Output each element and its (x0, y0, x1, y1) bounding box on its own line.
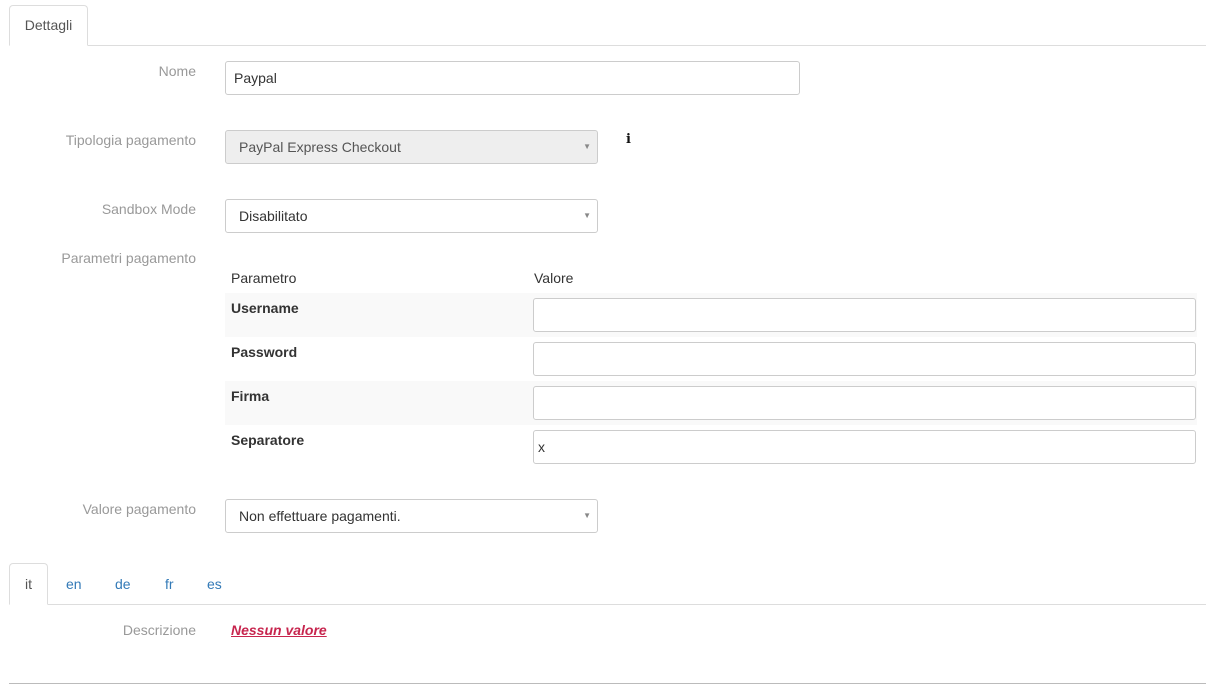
params-col-param: Parametro (231, 270, 297, 286)
lang-tab-de[interactable]: de (115, 563, 131, 605)
description-label: Descrizione (122, 622, 196, 638)
lang-tab-en[interactable]: en (66, 563, 82, 605)
param-input-separatore[interactable] (533, 430, 1196, 464)
payment-value-label: Valore pagamento (82, 501, 196, 517)
info-icon[interactable]: i (626, 132, 631, 147)
params-col-value: Valore (534, 270, 574, 286)
param-name-username: Username (231, 300, 299, 316)
caret-down-icon: ▼ (583, 511, 591, 520)
payment-type-label: Tipologia pagamento (65, 132, 196, 148)
payment-type-select[interactable]: PayPal Express Checkout ▼ (225, 130, 598, 164)
lang-tab-es[interactable]: es (207, 563, 222, 605)
param-name-separatore: Separatore (231, 432, 305, 448)
lang-tabbar-divider (9, 604, 1206, 605)
params-label: Parametri pagamento (61, 250, 196, 266)
param-input-username[interactable] (533, 298, 1196, 332)
sandbox-value: Disabilitato (239, 208, 308, 224)
caret-down-icon: ▼ (583, 211, 591, 220)
name-label: Nome (158, 63, 196, 79)
param-name-firma: Firma (231, 388, 270, 404)
tabbar-divider (9, 45, 1206, 46)
sandbox-select[interactable]: Disabilitato ▼ (225, 199, 598, 233)
payment-value-select[interactable]: Non effettuare pagamenti. ▼ (225, 499, 598, 533)
name-input[interactable] (225, 61, 800, 95)
tab-dettagli[interactable]: Dettagli (9, 5, 88, 46)
param-name-password: Password (231, 344, 298, 360)
payment-type-value: PayPal Express Checkout (239, 139, 401, 155)
sandbox-label: Sandbox Mode (101, 201, 196, 217)
footer-divider (9, 683, 1206, 684)
param-input-password[interactable] (533, 342, 1196, 376)
caret-down-icon: ▼ (583, 142, 591, 151)
param-input-firma[interactable] (533, 386, 1196, 420)
lang-tab-it[interactable]: it (9, 563, 48, 605)
description-empty-value-link[interactable]: Nessun valore (231, 622, 327, 638)
lang-tab-fr[interactable]: fr (165, 563, 174, 605)
payment-value-value: Non effettuare pagamenti. (239, 508, 401, 524)
